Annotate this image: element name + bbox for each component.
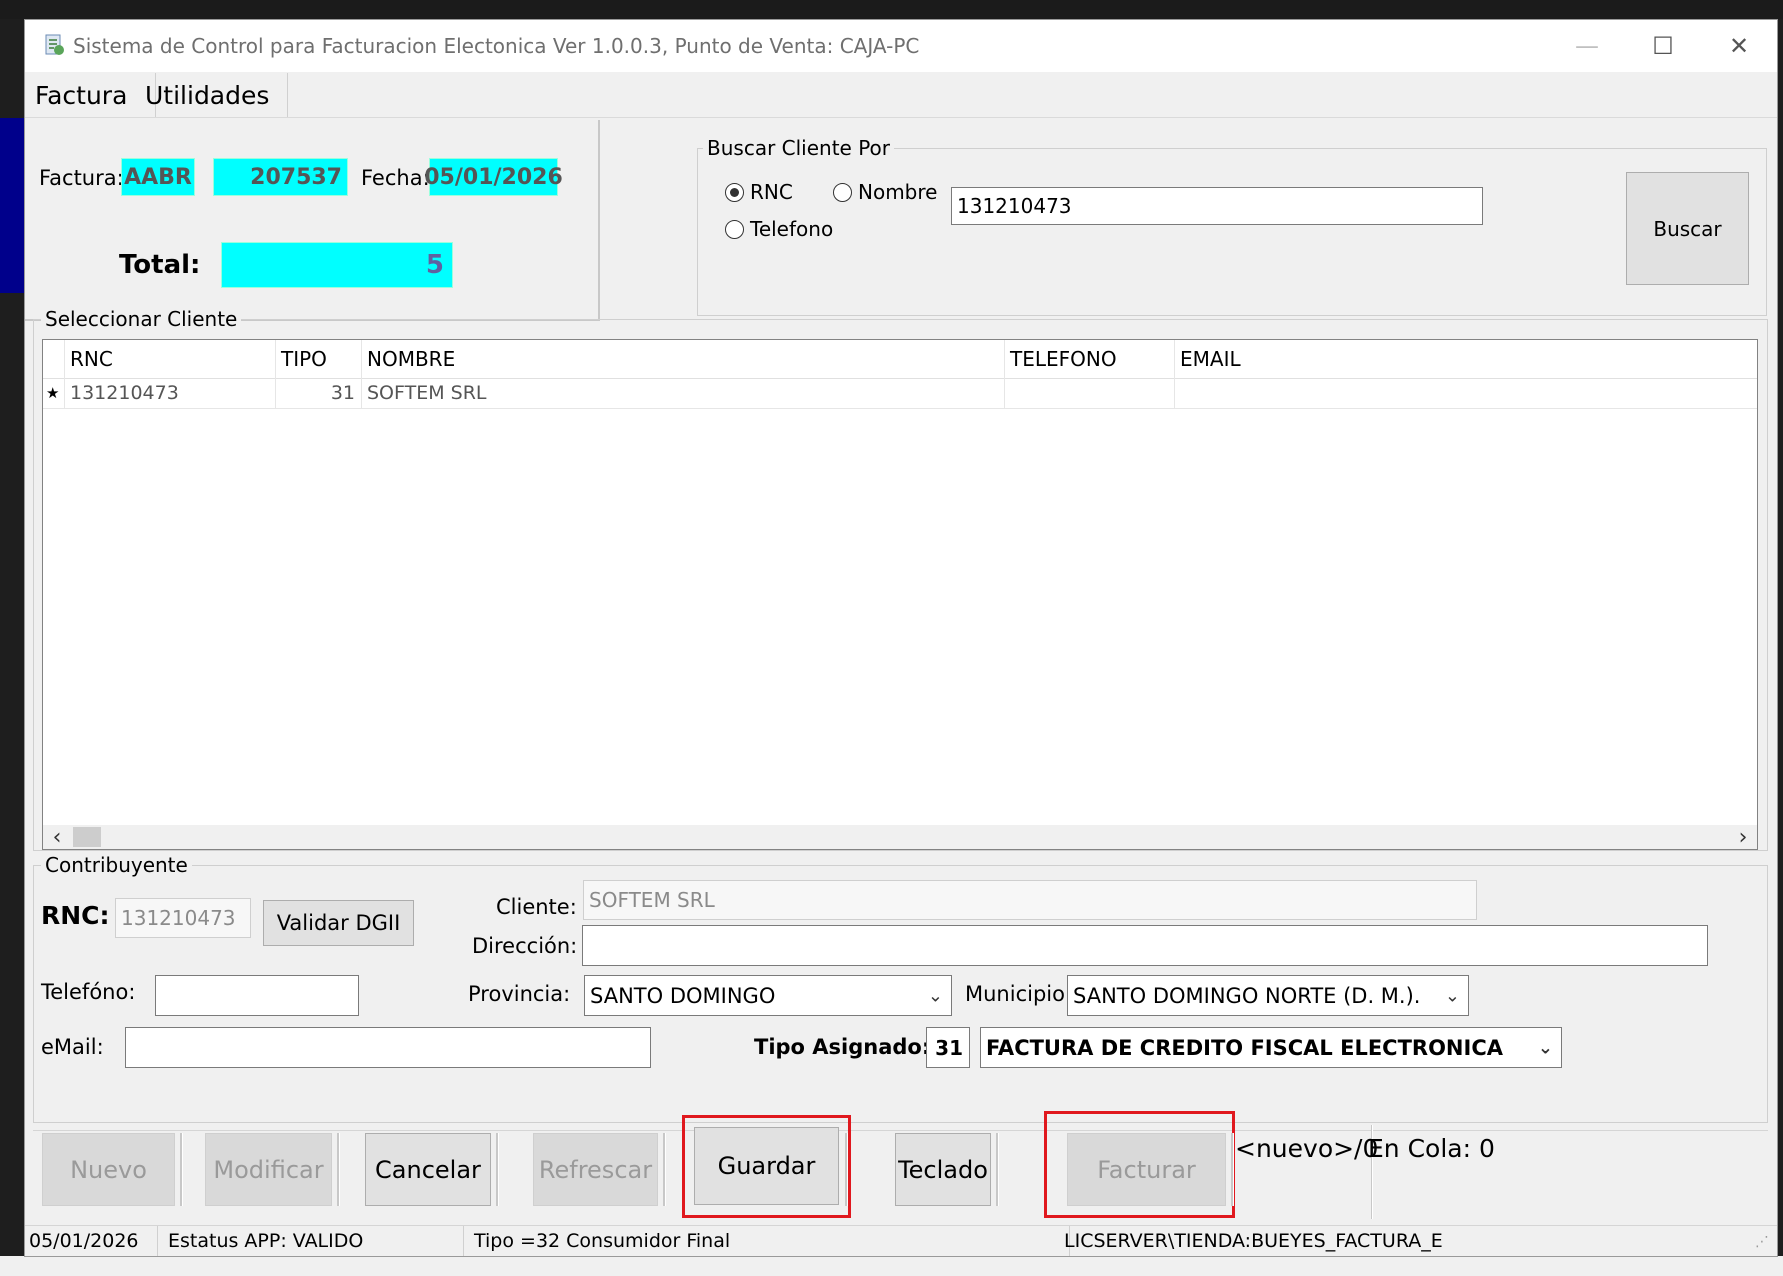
municipio-select[interactable]: SANTO DOMINGO NORTE (D. M.). ⌄ [1067,975,1469,1016]
grid-row-header-corner [43,340,65,378]
minimize-button[interactable]: — [1549,20,1625,72]
facturar-button[interactable]: Facturar [1067,1133,1226,1206]
chevron-down-icon: ⌄ [1444,985,1460,1006]
app-window: Sistema de Control para Facturacion Elec… [24,19,1778,1257]
nuevo-button[interactable]: Nuevo [42,1133,175,1206]
scroll-thumb[interactable] [73,827,101,847]
chevron-down-icon: ⌄ [927,985,943,1006]
invoice-number-field[interactable]: 207537 [213,158,348,196]
menu-bar: Factura Utilidades [25,73,1777,118]
cliente-field[interactable]: SOFTEM SRL [583,880,1477,920]
radio-telefono[interactable]: Telefono [725,217,833,241]
scroll-right-icon[interactable]: › [1733,825,1753,850]
window-title: Sistema de Control para Facturacion Elec… [73,34,920,58]
chevron-down-icon: ⌄ [1537,1037,1553,1058]
tipo-select[interactable]: FACTURA DE CREDITO FISCAL ELECTRONICA ⌄ [980,1027,1562,1068]
telefono-field[interactable] [155,975,359,1016]
tipo-code-field[interactable]: 31 [926,1027,970,1068]
status-server: LICSERVER\TIENDA:BUEYES_FACTURA_E [1064,1230,1443,1252]
radio-rnc[interactable]: RNC [725,180,793,204]
radio-rnc-label: RNC [750,180,793,204]
queue-status: En Cola: 0 [1368,1134,1495,1163]
cliente-label: Cliente: [496,895,577,919]
modificar-button[interactable]: Modificar [205,1133,332,1206]
status-tipo: Tipo =32 Consumidor Final [470,1226,1070,1256]
toolbar-separator [180,1133,183,1206]
teclado-button[interactable]: Teclado [895,1133,991,1206]
grid-header: RNC TIPO NOMBRE TELEFONO EMAIL [43,340,1757,379]
toolbar-separator [337,1133,340,1206]
desktop-top-strip [0,0,1783,19]
radio-telefono-indicator[interactable] [725,219,744,239]
resize-grip-icon[interactable]: ⋰ [1755,1234,1769,1250]
cell-nombre[interactable]: SOFTEM SRL [362,378,1005,408]
app-icon [45,34,64,55]
record-status: <nuevo>/0 [1235,1134,1379,1163]
search-input[interactable]: 131210473 [951,187,1483,225]
column-email[interactable]: EMAIL [1175,340,1757,378]
radio-nombre[interactable]: Nombre [833,180,937,204]
toolbar-separator [663,1133,666,1206]
tipo-asignado-label: Tipo Asignado: [754,1035,931,1059]
toolbar-separator [496,1133,499,1206]
horizontal-scrollbar[interactable]: ‹ › [43,825,1757,850]
radio-nombre-indicator[interactable] [833,182,852,202]
provincia-label: Provincia: [468,982,571,1006]
toolbar-separator [845,1133,848,1206]
table-row[interactable]: ★ 131210473 31 SOFTEM SRL [43,378,1757,409]
maximize-button[interactable]: ☐ [1625,20,1701,72]
email-field[interactable] [125,1027,651,1068]
total-field: 5 [221,242,453,288]
fecha-label: Fecha: [361,166,430,190]
scroll-left-icon[interactable]: ‹ [47,825,67,850]
invoice-date-field[interactable]: 05/01/2026 [424,158,563,196]
municipio-label: Municipio [965,982,1065,1006]
menu-utilidades[interactable]: Utilidades [135,73,288,117]
total-label: Total: [119,250,201,280]
title-bar[interactable]: Sistema de Control para Facturacion Elec… [25,20,1777,72]
close-button[interactable]: ✕ [1701,20,1777,72]
invoice-panel: Factura: AABR 207537 Fecha: 05/01/2026 T… [25,120,600,321]
factura-label: Factura: [39,166,124,190]
select-client-title: Seleccionar Cliente [41,307,242,331]
guardar-button[interactable]: Guardar [694,1127,839,1205]
search-group-title: Buscar Cliente Por [703,136,895,160]
column-tipo[interactable]: TIPO [276,340,362,378]
column-nombre[interactable]: NOMBRE [362,340,1005,378]
desktop-bottom-strip [0,1256,1783,1276]
cell-telefono[interactable] [1005,378,1175,408]
cell-rnc[interactable]: 131210473 [65,378,276,408]
status-app: Estatus APP: VALIDO [164,1226,464,1256]
rnc-field[interactable]: 131210473 [115,898,251,938]
row-marker-icon: ★ [43,378,65,408]
status-bar: 05/01/2026 Estatus APP: VALIDO Tipo =32 … [25,1225,1777,1256]
telefono-label: Telefóno: [41,980,136,1004]
search-client-group [697,148,1767,316]
radio-nombre-label: Nombre [858,180,938,204]
municipio-value: SANTO DOMINGO NORTE (D. M.). [1073,983,1421,1008]
toolbar-separator [996,1133,999,1206]
direccion-label: Dirección: [472,934,578,958]
toolbar-separator [1231,1133,1234,1206]
invoice-series-field[interactable]: AABR [121,158,195,196]
column-telefono[interactable]: TELEFONO [1005,340,1175,378]
radio-telefono-label: Telefono [750,217,834,241]
cell-tipo[interactable]: 31 [276,378,362,408]
provincia-value: SANTO DOMINGO [590,983,776,1008]
client-grid: RNC TIPO NOMBRE TELEFONO EMAIL ★ 1312104… [42,339,1758,850]
cancelar-button[interactable]: Cancelar [365,1133,491,1206]
refrescar-button[interactable]: Refrescar [533,1133,658,1206]
radio-rnc-indicator[interactable] [725,182,744,202]
status-date: 05/01/2026 [25,1226,158,1256]
contribuyente-title: Contribuyente [41,853,192,877]
buscar-button[interactable]: Buscar [1626,172,1749,285]
tipo-desc-value: FACTURA DE CREDITO FISCAL ELECTRONICA [986,1035,1503,1060]
cell-email[interactable] [1175,378,1757,408]
provincia-select[interactable]: SANTO DOMINGO ⌄ [584,975,952,1016]
column-rnc[interactable]: RNC [65,340,276,378]
email-label: eMail: [41,1035,104,1059]
validar-dgii-button[interactable]: Validar DGII [263,900,414,946]
rnc-label: RNC: [41,901,110,930]
direccion-field[interactable] [582,925,1708,966]
